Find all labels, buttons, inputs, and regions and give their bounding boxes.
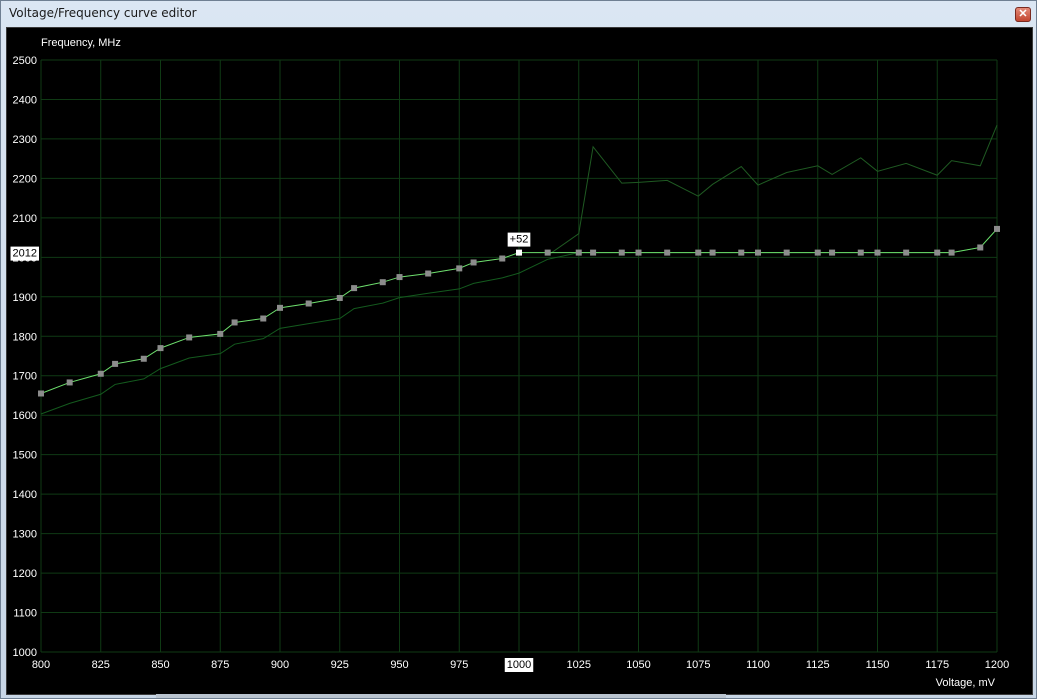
- x-tick-label: 1125: [806, 659, 830, 671]
- x-tick-label: 950: [390, 659, 408, 671]
- curve-point[interactable]: [590, 249, 597, 256]
- curve-point[interactable]: [499, 255, 506, 262]
- window-title: Voltage/Frequency curve editor: [9, 6, 197, 20]
- y-tick-label: 2300: [13, 134, 37, 146]
- curve-point[interactable]: [755, 249, 761, 256]
- curve-point[interactable]: [277, 304, 283, 311]
- curve-point[interactable]: [260, 315, 267, 322]
- y-tick-label: 1800: [13, 331, 37, 343]
- y-tick-label: 1500: [13, 450, 37, 462]
- y-tick-label: 1100: [13, 608, 37, 620]
- curve-point[interactable]: [977, 244, 984, 251]
- x-axis-label: Voltage, mV: [936, 677, 996, 689]
- y-tick-label: 1700: [13, 371, 37, 383]
- curve-point[interactable]: [217, 330, 224, 337]
- curve-point[interactable]: [305, 300, 312, 307]
- close-button[interactable]: ✕: [1015, 7, 1031, 22]
- vf-curve-editor-window: Voltage/Frequency curve editor ✕ 800 825 8…: [0, 0, 1037, 699]
- curve-point[interactable]: [351, 285, 358, 292]
- curve-point[interactable]: [635, 249, 642, 256]
- curve-point[interactable]: [231, 319, 238, 326]
- x-tick-label: 1025: [567, 659, 591, 671]
- y-tick-label: 1400: [13, 489, 37, 501]
- curve-point[interactable]: [186, 334, 193, 341]
- curve-point[interactable]: [814, 249, 821, 256]
- y-tick-label: 2100: [13, 213, 37, 225]
- curve-point[interactable]: [783, 249, 790, 256]
- x-tick-label: 825: [92, 659, 110, 671]
- curve-point[interactable]: [948, 249, 955, 256]
- curve-point[interactable]: [379, 279, 386, 286]
- x-tick-label: 975: [450, 659, 468, 671]
- vf-chart[interactable]: 800 825 850 875 900 925 950 975 1000 1025 1050 1075…: [7, 28, 1032, 694]
- x-tick-label: 1075: [686, 659, 710, 671]
- curve-point[interactable]: [738, 249, 745, 256]
- x-tick-label: 1150: [866, 659, 890, 671]
- curve-point[interactable]: [664, 249, 671, 256]
- x-tick-label: 1050: [626, 659, 650, 671]
- curve-point[interactable]: [903, 249, 910, 256]
- y-tick-label: 1200: [13, 568, 37, 580]
- resize-strip: [156, 694, 726, 698]
- x-tick-label: 1100: [746, 659, 770, 671]
- curve-point[interactable]: [695, 249, 702, 256]
- curve-point[interactable]: [934, 249, 941, 256]
- x-tick-label: 900: [271, 659, 289, 671]
- curve-point[interactable]: [544, 249, 551, 256]
- offset-label: +52: [510, 234, 529, 246]
- curve-point[interactable]: [994, 225, 1000, 232]
- selected-curve-point[interactable]: [516, 249, 522, 256]
- y-tick-label: 1000: [13, 647, 37, 659]
- y-tick-label: 2200: [13, 173, 37, 185]
- curve-point[interactable]: [97, 370, 104, 377]
- y-tick-label: 1600: [13, 410, 37, 422]
- curve-point[interactable]: [829, 249, 836, 256]
- y-axis-label: Frequency, MHz: [41, 37, 121, 49]
- y-tick-label: 1300: [13, 529, 37, 541]
- curve-point[interactable]: [157, 345, 164, 352]
- curve-point[interactable]: [425, 270, 432, 277]
- curve-point[interactable]: [66, 379, 73, 386]
- x-tick-label: 800: [32, 659, 50, 671]
- curve-point[interactable]: [336, 294, 343, 301]
- curve-point[interactable]: [575, 249, 582, 256]
- max-curve-line: [547, 124, 998, 256]
- y-tick-label: 2500: [13, 55, 37, 67]
- curve-point[interactable]: [874, 249, 881, 256]
- x-tick-label: 925: [331, 659, 349, 671]
- curve-point[interactable]: [112, 360, 119, 367]
- curve-point[interactable]: [456, 265, 463, 272]
- title-bar[interactable]: Voltage/Frequency curve editor ✕: [1, 1, 1036, 27]
- x-tick-label: 1175: [925, 659, 949, 671]
- y-tick-label: 1900: [13, 292, 37, 304]
- curve-point[interactable]: [140, 355, 147, 362]
- curve-point[interactable]: [396, 274, 403, 281]
- curve-point[interactable]: [618, 249, 625, 256]
- curve-point[interactable]: [38, 390, 44, 397]
- selected-voltage-label: 1000: [507, 659, 531, 671]
- selected-frequency-label: 2012: [13, 248, 37, 260]
- curve-point[interactable]: [470, 259, 477, 266]
- y-tick-label: 2400: [13, 94, 37, 106]
- curve-editor-canvas[interactable]: 800 825 850 875 900 925 950 975 1000 1025 1050 1075…: [6, 27, 1033, 695]
- x-tick-label: 1200: [985, 659, 1009, 671]
- curve-point[interactable]: [857, 249, 864, 256]
- curve-point[interactable]: [709, 249, 716, 256]
- x-tick-label: 875: [211, 659, 229, 671]
- x-tick-label: 850: [151, 659, 169, 671]
